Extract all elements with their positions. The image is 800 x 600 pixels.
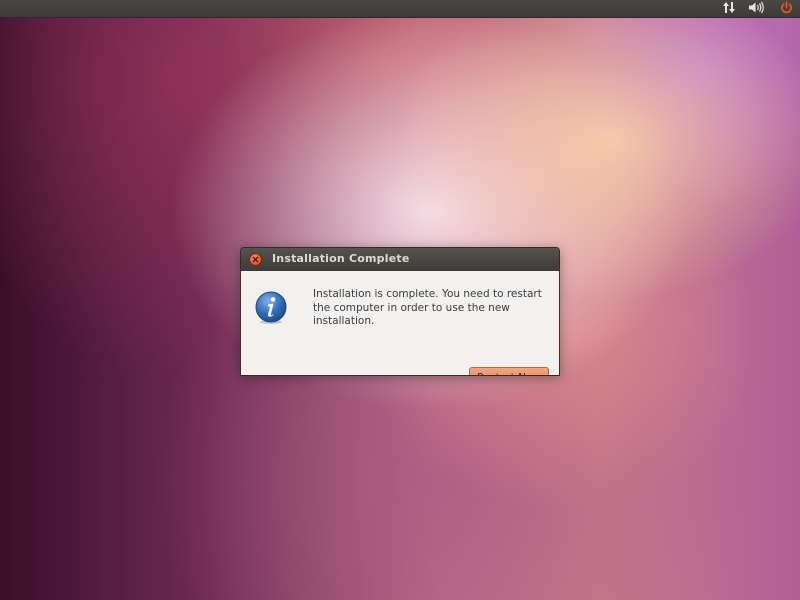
power-icon xyxy=(780,0,793,18)
volume-icon xyxy=(748,0,766,18)
close-icon xyxy=(252,256,259,263)
top-panel xyxy=(0,0,800,18)
dialog-title: Installation Complete xyxy=(272,252,410,265)
close-button[interactable] xyxy=(249,253,262,266)
network-arrows-icon xyxy=(722,0,736,18)
desktop: Installation Complete Installation is co… xyxy=(0,0,800,600)
info-icon xyxy=(254,291,288,325)
dialog-body: Installation is complete. You need to re… xyxy=(241,271,559,375)
dialog-titlebar[interactable]: Installation Complete xyxy=(241,248,559,271)
installation-complete-dialog: Installation Complete Installation is co… xyxy=(240,247,560,376)
network-indicator[interactable] xyxy=(718,0,740,17)
power-indicator[interactable] xyxy=(775,0,797,17)
dialog-message: Installation is complete. You need to re… xyxy=(313,288,542,327)
restart-now-button[interactable]: Restart Now xyxy=(469,367,549,375)
volume-indicator[interactable] xyxy=(746,0,768,17)
